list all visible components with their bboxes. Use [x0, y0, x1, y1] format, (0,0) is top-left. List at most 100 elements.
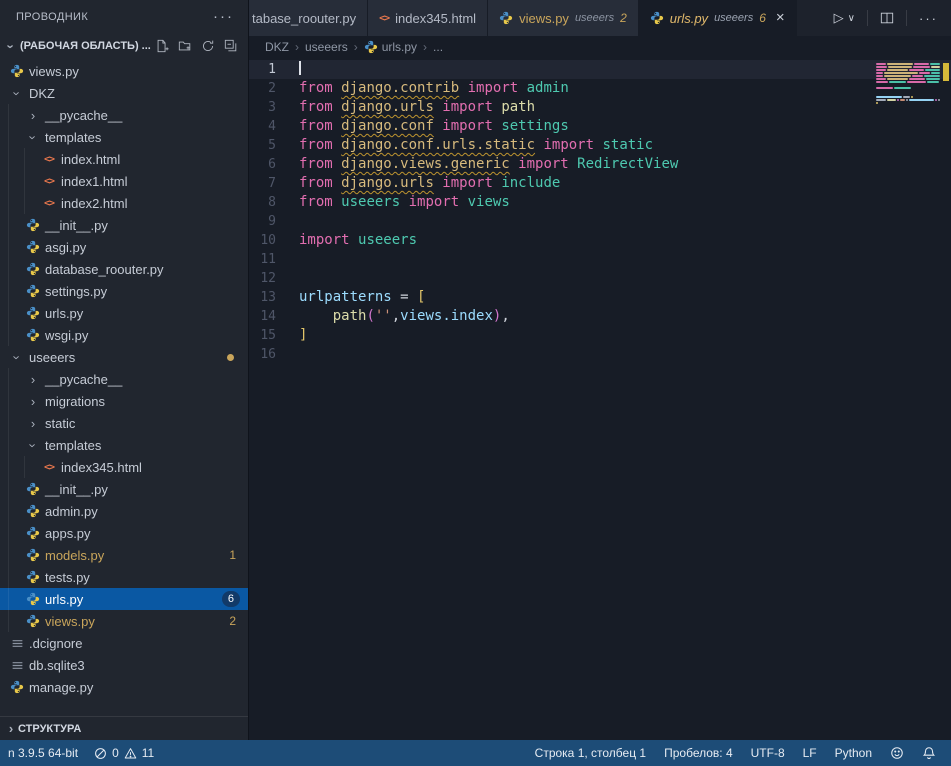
- cursor-position[interactable]: Строка 1, столбец 1: [526, 740, 655, 766]
- tree-item-db-sqlite3[interactable]: db.sqlite3: [0, 654, 248, 676]
- code-line-16[interactable]: 16: [249, 345, 951, 364]
- line-number[interactable]: 16: [249, 345, 299, 364]
- line-number[interactable]: 12: [249, 269, 299, 288]
- tree-item-index345-html[interactable]: <>index345.html: [0, 456, 248, 478]
- breadcrumb-ellipsis[interactable]: ...: [433, 40, 443, 54]
- eol-selector[interactable]: LF: [794, 740, 826, 766]
- breadcrumb-item-useeers[interactable]: useeers: [305, 40, 348, 54]
- outline-section-header[interactable]: › СТРУКТУРА: [0, 716, 248, 740]
- tree-item-templates[interactable]: ›templates: [0, 126, 248, 148]
- code-line-10[interactable]: 10import useeers: [249, 231, 951, 250]
- line-number[interactable]: 14: [249, 307, 299, 326]
- breadcrumb-item-dkz[interactable]: DKZ: [265, 40, 289, 54]
- feedback-button[interactable]: [881, 740, 913, 766]
- new-file-button[interactable]: [155, 39, 169, 53]
- notifications-button[interactable]: [913, 740, 945, 766]
- line-number[interactable]: 4: [249, 117, 299, 136]
- tab-views-py[interactable]: views.pyuseeers2: [488, 0, 639, 36]
- split-editor-button[interactable]: [880, 11, 894, 25]
- new-folder-button[interactable]: [178, 39, 192, 53]
- minimap[interactable]: [876, 60, 940, 108]
- refresh-icon[interactable]: [201, 39, 215, 53]
- workspace-section-header[interactable]: › (РАБОЧАЯ ОБЛАСТЬ) ...: [0, 34, 248, 58]
- token: django.urls: [341, 99, 434, 115]
- tree-item-admin-py[interactable]: admin.py: [0, 500, 248, 522]
- line-number[interactable]: 8: [249, 193, 299, 212]
- language-mode-selector[interactable]: Python: [826, 740, 881, 766]
- tree-item-wsgi-py[interactable]: wsgi.py: [0, 324, 248, 346]
- code-line-11[interactable]: 11: [249, 250, 951, 269]
- line-number[interactable]: 11: [249, 250, 299, 269]
- line-number[interactable]: 9: [249, 212, 299, 231]
- code-editor[interactable]: 12from django.contrib import admin3from …: [249, 58, 951, 740]
- more-actions-icon[interactable]: ···: [919, 11, 938, 26]
- python-file-icon: [26, 592, 40, 606]
- status-bar: n 3.9.5 64-bit 0 11 Строка 1, столбец 1 …: [0, 740, 951, 766]
- code-line-13[interactable]: 13urlpatterns = [: [249, 288, 951, 307]
- tree-item--pycache-[interactable]: ›__pycache__: [0, 368, 248, 390]
- line-number[interactable]: 2: [249, 79, 299, 98]
- tree-item-manage-py[interactable]: manage.py: [0, 676, 248, 698]
- run-python-file-button[interactable]: ▷ ∨: [834, 10, 855, 26]
- line-number[interactable]: 15: [249, 326, 299, 345]
- tree-item--dcignore[interactable]: .dcignore: [0, 632, 248, 654]
- indentation-setting[interactable]: Пробелов: 4: [655, 740, 742, 766]
- code-line-15[interactable]: 15]: [249, 326, 951, 345]
- tree-item--pycache-[interactable]: ›__pycache__: [0, 104, 248, 126]
- tree-item-useeers[interactable]: ›useeers: [0, 346, 248, 368]
- problems-indicator[interactable]: 0 11: [86, 740, 162, 766]
- explorer-more-actions-icon[interactable]: ···: [213, 12, 234, 22]
- tree-item-index1-html[interactable]: <>index1.html: [0, 170, 248, 192]
- encoding-selector[interactable]: UTF-8: [742, 740, 794, 766]
- tree-item-views-py[interactable]: views.py2: [0, 610, 248, 632]
- code-line-4[interactable]: 4from django.conf import settings: [249, 117, 951, 136]
- tab-index345-html[interactable]: <>index345.html: [368, 0, 488, 36]
- minimap-token: [903, 96, 910, 98]
- indent-guide: [8, 522, 24, 544]
- line-number[interactable]: 13: [249, 288, 299, 307]
- code-line-3[interactable]: 3from django.urls import path: [249, 98, 951, 117]
- collapse-folders-button[interactable]: [224, 39, 238, 53]
- code-line-6[interactable]: 6from django.views.generic import Redire…: [249, 155, 951, 174]
- code-line-1[interactable]: 1: [249, 60, 951, 79]
- line-number[interactable]: 3: [249, 98, 299, 117]
- indent-guide: [8, 192, 24, 214]
- line-number[interactable]: 5: [249, 136, 299, 155]
- code-line-12[interactable]: 12: [249, 269, 951, 288]
- token: import: [434, 99, 501, 115]
- tree-item-models-py[interactable]: models.py1: [0, 544, 248, 566]
- tree-item--init-py[interactable]: __init__.py: [0, 214, 248, 236]
- tab-tabase-roouter-py[interactable]: tabase_roouter.py: [249, 0, 368, 36]
- tree-item-templates[interactable]: ›templates: [0, 434, 248, 456]
- breadcrumb-item-urls-py[interactable]: urls.py: [364, 40, 417, 54]
- workspace-actions: [155, 39, 242, 53]
- code-line-9[interactable]: 9: [249, 212, 951, 231]
- line-number[interactable]: 7: [249, 174, 299, 193]
- tree-item-dkz[interactable]: ›DKZ: [0, 82, 248, 104]
- tree-item-urls-py[interactable]: urls.py6: [0, 588, 248, 610]
- tree-item-settings-py[interactable]: settings.py: [0, 280, 248, 302]
- code-line-2[interactable]: 2from django.contrib import admin: [249, 79, 951, 98]
- code-line-7[interactable]: 7from django.urls import include: [249, 174, 951, 193]
- tree-item-views-py[interactable]: views.py: [0, 60, 248, 82]
- line-number[interactable]: 1: [249, 60, 299, 79]
- code-line-5[interactable]: 5from django.conf.urls.static import sta…: [249, 136, 951, 155]
- tree-item-static[interactable]: ›static: [0, 412, 248, 434]
- tree-item-urls-py[interactable]: urls.py: [0, 302, 248, 324]
- tree-item-index2-html[interactable]: <>index2.html: [0, 192, 248, 214]
- tree-item-apps-py[interactable]: apps.py: [0, 522, 248, 544]
- code-line-8[interactable]: 8from useeers import views: [249, 193, 951, 212]
- tree-item--init-py[interactable]: __init__.py: [0, 478, 248, 500]
- tree-item-tests-py[interactable]: tests.py: [0, 566, 248, 588]
- tree-item-index-html[interactable]: <>index.html: [0, 148, 248, 170]
- line-number[interactable]: 6: [249, 155, 299, 174]
- text-cursor: [299, 61, 301, 75]
- code-line-14[interactable]: 14 path('',views.index),: [249, 307, 951, 326]
- close-icon[interactable]: ×: [776, 12, 785, 24]
- line-number[interactable]: 10: [249, 231, 299, 250]
- tree-item-migrations[interactable]: ›migrations: [0, 390, 248, 412]
- tree-item-database-roouter-py[interactable]: database_roouter.py: [0, 258, 248, 280]
- tab-urls-py[interactable]: urls.pyuseeers6×: [639, 0, 797, 36]
- tree-item-asgi-py[interactable]: asgi.py: [0, 236, 248, 258]
- python-interpreter-status[interactable]: n 3.9.5 64-bit: [0, 740, 86, 766]
